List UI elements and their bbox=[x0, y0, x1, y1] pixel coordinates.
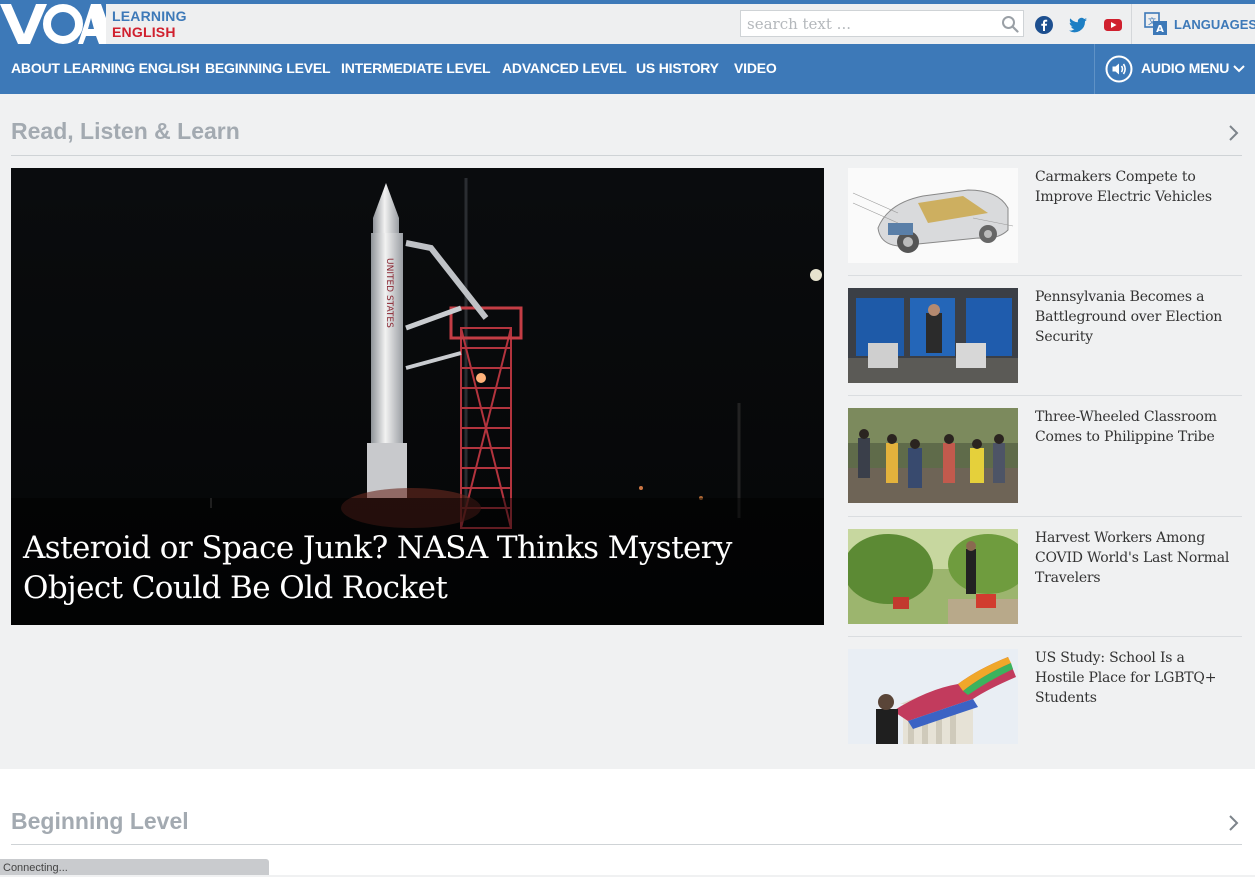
search-icon[interactable] bbox=[1001, 15, 1019, 33]
main-nav: ABOUT LEARNING ENGLISH BEGINNING LEVEL I… bbox=[0, 44, 1255, 94]
top-bar: LEARNING ENGLISH 文 A LANGUAGES bbox=[0, 0, 1255, 44]
divider bbox=[848, 516, 1242, 517]
twitter-icon[interactable] bbox=[1068, 15, 1088, 35]
chevron-right-icon[interactable] bbox=[1226, 124, 1242, 142]
divider bbox=[848, 636, 1242, 637]
chevron-right-icon[interactable] bbox=[1226, 814, 1242, 832]
story-headline[interactable]: Three-Wheeled Classroom Comes to Philipp… bbox=[1035, 407, 1235, 447]
audio-menu-button[interactable]: AUDIO MENU bbox=[1094, 44, 1255, 94]
nav-video[interactable]: VIDEO bbox=[734, 60, 777, 76]
logo-text-learning: LEARNING bbox=[112, 8, 187, 24]
story-thumbnail[interactable] bbox=[848, 408, 1018, 503]
story-item[interactable]: Carmakers Compete to Improve Electric Ve… bbox=[848, 168, 1242, 264]
story-item[interactable]: Pennsylvania Becomes a Battleground over… bbox=[848, 288, 1242, 384]
story-thumbnail[interactable] bbox=[848, 649, 1018, 744]
logo-text-english: ENGLISH bbox=[112, 24, 176, 40]
story-thumbnail[interactable] bbox=[848, 168, 1018, 263]
story-headline[interactable]: Harvest Workers Among COVID World's Last… bbox=[1035, 528, 1235, 588]
voa-logo-mark bbox=[0, 4, 106, 44]
nav-intermediate-level[interactable]: INTERMEDIATE LEVEL bbox=[341, 60, 491, 76]
story-thumbnail[interactable] bbox=[848, 529, 1018, 624]
divider bbox=[848, 275, 1242, 276]
youtube-icon[interactable] bbox=[1103, 15, 1123, 35]
story-headline[interactable]: Carmakers Compete to Improve Electric Ve… bbox=[1035, 167, 1235, 207]
section-title-read-listen-learn[interactable]: Read, Listen & Learn bbox=[11, 118, 240, 145]
svg-text:A: A bbox=[1156, 24, 1164, 35]
search-input[interactable] bbox=[741, 11, 1003, 36]
section-title-beginning-level[interactable]: Beginning Level bbox=[11, 808, 189, 835]
voa-logo[interactable]: LEARNING ENGLISH bbox=[0, 4, 200, 44]
story-item[interactable]: Three-Wheeled Classroom Comes to Philipp… bbox=[848, 408, 1242, 504]
languages-button[interactable]: 文 A LANGUAGES bbox=[1144, 12, 1255, 36]
search-box bbox=[740, 10, 1024, 37]
story-headline[interactable]: Pennsylvania Becomes a Battleground over… bbox=[1035, 287, 1235, 347]
chevron-down-icon bbox=[1233, 65, 1245, 73]
audio-menu-label: AUDIO MENU bbox=[1141, 60, 1230, 76]
nav-advanced-level[interactable]: ADVANCED LEVEL bbox=[502, 60, 627, 76]
section-divider bbox=[11, 844, 1242, 845]
facebook-icon[interactable] bbox=[1034, 15, 1054, 35]
story-item[interactable]: Harvest Workers Among COVID World's Last… bbox=[848, 529, 1242, 625]
hero-story[interactable]: UNITED STATES Asteroid or Space Junk? NA… bbox=[11, 168, 824, 625]
story-thumbnail[interactable] bbox=[848, 288, 1018, 383]
translate-icon: 文 A bbox=[1144, 12, 1167, 35]
svg-text:文: 文 bbox=[1148, 16, 1156, 26]
browser-status-bar: Connecting... bbox=[0, 859, 269, 875]
section-divider bbox=[11, 155, 1242, 156]
story-item[interactable]: US Study: School Is a Hostile Place for … bbox=[848, 649, 1242, 745]
hero-headline[interactable]: Asteroid or Space Junk? NASA Thinks Myst… bbox=[23, 528, 813, 608]
nav-about-learning-english[interactable]: ABOUT LEARNING ENGLISH bbox=[11, 60, 200, 76]
nav-beginning-level[interactable]: BEGINNING LEVEL bbox=[205, 60, 331, 76]
nav-us-history[interactable]: US HISTORY bbox=[636, 60, 719, 76]
speaker-icon bbox=[1105, 55, 1133, 83]
story-headline[interactable]: US Study: School Is a Hostile Place for … bbox=[1035, 648, 1235, 708]
svg-text:UNITED STATES: UNITED STATES bbox=[384, 258, 394, 328]
divider bbox=[848, 395, 1242, 396]
languages-label: LANGUAGES bbox=[1174, 16, 1255, 32]
divider bbox=[1131, 4, 1132, 44]
